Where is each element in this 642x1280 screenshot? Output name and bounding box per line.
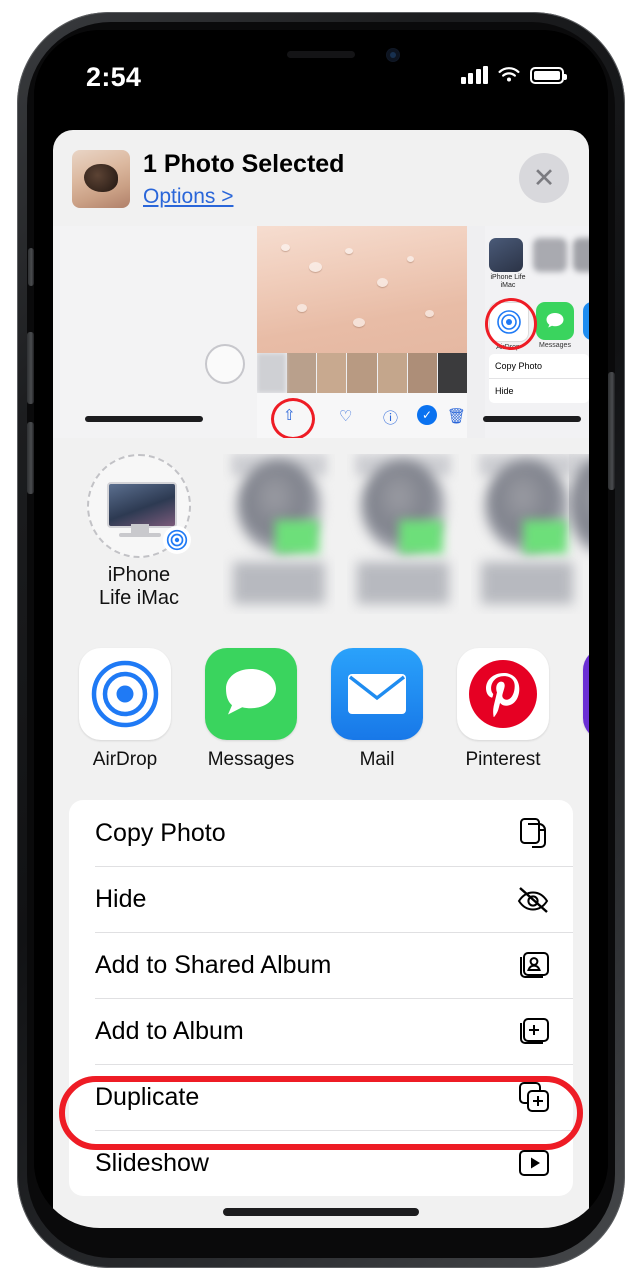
action-label: Copy Photo bbox=[95, 818, 226, 847]
inset-app-mail[interactable]: Mail bbox=[583, 302, 589, 351]
airdrop-badge-icon bbox=[163, 526, 191, 554]
power-button[interactable] bbox=[608, 372, 615, 490]
airdrop-target-blurred[interactable] bbox=[471, 454, 583, 614]
action-label: Hide bbox=[95, 884, 147, 913]
share-app-yahoo[interactable]: Y Ya bbox=[577, 648, 589, 771]
share-action-list: Copy Photo Hide Add to Shared Album Add … bbox=[69, 800, 573, 1196]
inset-share-icon[interactable]: ⇧ bbox=[283, 406, 296, 424]
airdrop-target-blurred[interactable] bbox=[347, 454, 459, 614]
inset-airdrop-highlight-ring bbox=[485, 298, 537, 350]
inset-selected-check-icon[interactable]: ✓ bbox=[417, 405, 437, 425]
mail-icon bbox=[348, 674, 406, 714]
close-icon[interactable]: ✕ bbox=[519, 153, 569, 203]
inset-person-thumb bbox=[573, 238, 589, 272]
status-indicators bbox=[460, 66, 567, 84]
share-app-messages[interactable]: Messages bbox=[199, 648, 303, 771]
share-app-mail[interactable]: Mail bbox=[325, 648, 429, 771]
action-add-to-shared-album[interactable]: Add to Shared Album bbox=[69, 932, 573, 998]
pinterest-icon bbox=[469, 660, 537, 728]
action-copy-photo[interactable]: Copy Photo bbox=[69, 800, 573, 866]
eye-slash-icon bbox=[515, 884, 551, 914]
messages-icon bbox=[226, 669, 276, 715]
inset-people-row: iPhone Life iMac bbox=[489, 238, 589, 289]
selected-photo-thumbnail[interactable] bbox=[72, 150, 130, 208]
phone-screen: 2:54 1 Photo Selected Options > ✕ ⇧ ♡ ⓘ … bbox=[34, 30, 608, 1228]
add-album-icon bbox=[513, 1015, 551, 1047]
airdrop-icon bbox=[91, 660, 159, 728]
action-hide[interactable]: Hide bbox=[69, 866, 573, 932]
action-duplicate[interactable]: Duplicate bbox=[69, 1064, 573, 1130]
airdrop-target-imac[interactable]: iPhone Life iMac bbox=[84, 454, 194, 610]
earpiece-speaker bbox=[287, 51, 355, 58]
action-slideshow[interactable]: Slideshow bbox=[69, 1130, 573, 1196]
share-sheet-header: 1 Photo Selected Options > ✕ bbox=[53, 130, 589, 226]
inset-home-indicator bbox=[85, 416, 203, 422]
imac-device-icon bbox=[87, 454, 191, 558]
inset-trash-icon[interactable]: 🗑 bbox=[447, 407, 466, 425]
play-icon bbox=[517, 1146, 551, 1180]
share-app-label: AirDrop bbox=[92, 749, 158, 770]
front-camera-icon bbox=[387, 49, 399, 61]
inset-app-label: Mail bbox=[583, 342, 589, 349]
share-app-label: Ya bbox=[577, 749, 589, 771]
home-indicator[interactable] bbox=[223, 1208, 419, 1216]
cellular-signal-icon bbox=[460, 66, 488, 84]
screen-content: 1 Photo Selected Options > ✕ ⇧ ♡ ⓘ ✓ 🗑 i… bbox=[34, 108, 608, 1228]
share-app-label: Mail bbox=[359, 749, 395, 770]
action-label: Add to Album bbox=[95, 1016, 244, 1045]
inset-imac-label: iPhone Life iMac bbox=[490, 274, 526, 289]
duplicate-icon bbox=[517, 1080, 551, 1114]
share-sheet-title: 1 Photo Selected bbox=[143, 150, 345, 178]
messages-icon bbox=[546, 313, 564, 328]
inset-app-messages[interactable]: Messages bbox=[536, 302, 574, 351]
action-label: Duplicate bbox=[95, 1082, 200, 1111]
inset-home-indicator-2 bbox=[483, 416, 581, 422]
inset-action-row[interactable]: Hide bbox=[489, 379, 589, 403]
inset-action-list: Copy Photo Hide bbox=[489, 354, 589, 403]
action-label: Add to Shared Album bbox=[95, 950, 332, 979]
share-sheet: 1 Photo Selected Options > ✕ ⇧ ♡ ⓘ ✓ 🗑 i… bbox=[53, 130, 589, 1228]
wifi-icon bbox=[498, 67, 520, 82]
share-app-label: Pinterest bbox=[465, 749, 541, 770]
inset-favorite-icon[interactable]: ♡ bbox=[339, 407, 352, 425]
share-app-pinterest[interactable]: Pinterest bbox=[451, 648, 555, 771]
action-add-to-album[interactable]: Add to Album bbox=[69, 998, 573, 1064]
inset-photo-preview bbox=[257, 226, 467, 353]
volume-up-button[interactable] bbox=[27, 332, 34, 404]
notch bbox=[203, 30, 439, 88]
shared-album-icon bbox=[513, 949, 551, 981]
inset-info-icon[interactable]: ⓘ bbox=[383, 407, 398, 428]
inset-app-label: Messages bbox=[539, 342, 571, 349]
options-link[interactable]: Options > bbox=[143, 185, 233, 209]
status-time: 2:54 bbox=[86, 62, 142, 92]
action-label: Slideshow bbox=[95, 1148, 209, 1177]
inset-action-row[interactable]: Copy Photo bbox=[489, 354, 589, 379]
share-app-label: Messages bbox=[207, 749, 295, 770]
volume-down-button[interactable] bbox=[27, 422, 34, 494]
inset-screenshot: ⇧ ♡ ⓘ ✓ 🗑 iPhone Life iMac AirDrop Messa… bbox=[53, 226, 589, 438]
copy-icon bbox=[517, 816, 551, 850]
inset-person-thumb bbox=[533, 238, 567, 272]
inset-imac-thumb bbox=[489, 238, 523, 272]
inset-left-panel bbox=[53, 226, 257, 438]
inset-toolbar: ⇧ ♡ ⓘ ✓ 🗑 bbox=[257, 393, 467, 438]
airdrop-target-blurred[interactable] bbox=[569, 454, 589, 614]
airdrop-target-label: iPhone Life iMac bbox=[98, 564, 180, 609]
airdrop-target-blurred[interactable] bbox=[223, 454, 335, 614]
battery-full-icon bbox=[530, 66, 567, 84]
inset-circle-button bbox=[205, 344, 245, 384]
share-app-airdrop[interactable]: AirDrop bbox=[73, 648, 177, 771]
airdrop-people-row: iPhone Life iMac bbox=[53, 438, 589, 626]
share-apps-row: AirDrop Messages Mail Pinterest bbox=[53, 626, 589, 794]
inset-filmstrip bbox=[257, 353, 467, 393]
